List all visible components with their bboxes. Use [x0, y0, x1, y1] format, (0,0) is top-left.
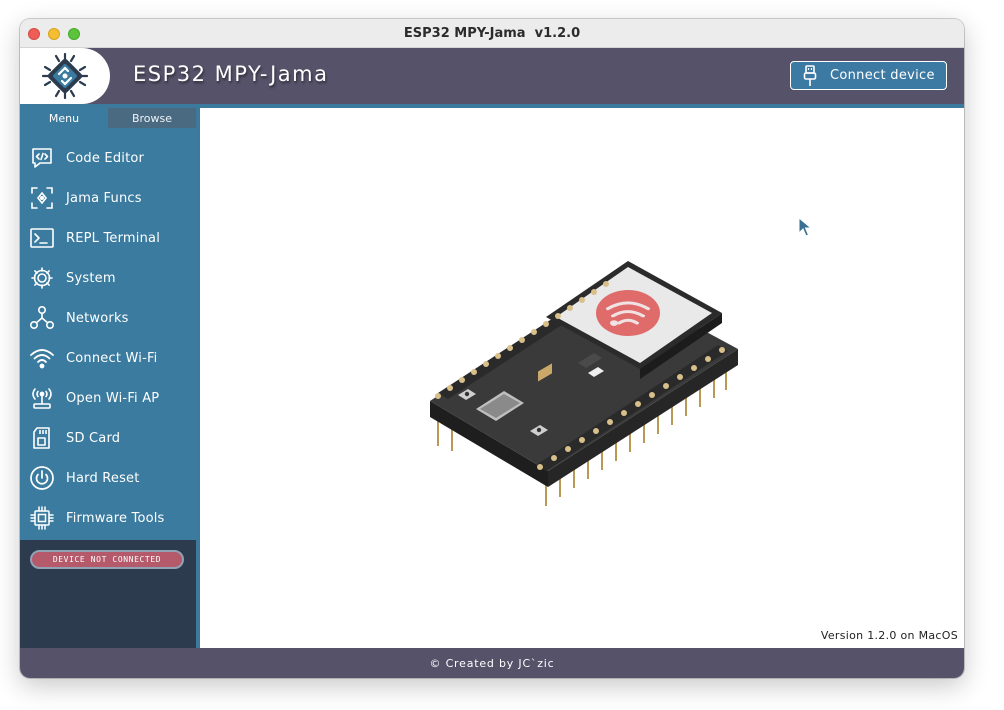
code-editor-icon	[28, 144, 56, 172]
terminal-icon	[28, 224, 56, 252]
esp32-board-illustration	[430, 261, 738, 506]
sidebar-item-label: Jama Funcs	[66, 190, 142, 206]
sidebar-item-repl-terminal[interactable]: REPL Terminal	[20, 218, 196, 258]
app-name: ESP32 MPY-Jama	[133, 62, 329, 86]
status-badge: DEVICE NOT CONNECTED	[30, 550, 184, 569]
sidebar-item-system[interactable]: System	[20, 258, 196, 298]
sidebar-item-connect-wifi[interactable]: Connect Wi-Fi	[20, 338, 196, 378]
sidebar-item-label: Firmware Tools	[66, 510, 165, 526]
espressif-logo-icon	[596, 289, 660, 337]
sidebar-item-label: Networks	[66, 310, 129, 326]
jama-funcs-icon	[28, 184, 56, 212]
sidebar-item-sd-card[interactable]: SD Card	[20, 418, 196, 458]
sidebar-item-code-editor[interactable]: Code Editor	[20, 138, 196, 178]
main-panel: Version 1.2.0 on MacOS	[200, 108, 964, 648]
connect-device-label: Connect device	[830, 68, 935, 83]
system-gear-icon	[28, 264, 56, 292]
sidebar: Menu Browse Code Editor Jama Funcs REPL …	[20, 108, 196, 648]
title-bar[interactable]: ESP32 MPY-Jama v1.2.0	[20, 19, 964, 48]
window-title: ESP32 MPY-Jama v1.2.0	[403, 25, 581, 41]
sidebar-item-firmware-tools[interactable]: Firmware Tools	[20, 498, 196, 538]
tab-menu[interactable]: Menu	[20, 108, 108, 128]
sidebar-item-label: System	[66, 270, 116, 286]
sidebar-tabs: Menu Browse	[20, 108, 196, 128]
chip-icon	[28, 504, 56, 532]
connect-device-button[interactable]: Connect device	[790, 61, 947, 90]
power-icon	[28, 464, 56, 492]
wifi-icon	[28, 344, 56, 372]
sidebar-item-label: Open Wi-Fi AP	[66, 390, 160, 406]
sidebar-item-label: Code Editor	[66, 150, 145, 166]
wifi-ap-icon	[28, 384, 56, 412]
sd-card-icon	[28, 424, 56, 452]
sidebar-item-label: Connect Wi-Fi	[66, 350, 158, 366]
logo	[20, 48, 110, 104]
zoom-window-button[interactable]	[68, 28, 80, 40]
footer-credit: © Created by JC`zic	[429, 656, 555, 670]
tab-browse[interactable]: Browse	[108, 108, 196, 128]
sidebar-item-jama-funcs[interactable]: Jama Funcs	[20, 178, 196, 218]
sidebar-item-label: Hard Reset	[66, 470, 140, 486]
sidebar-item-label: SD Card	[66, 430, 121, 446]
sidebar-item-open-wifi-ap[interactable]: Open Wi-Fi AP	[20, 378, 196, 418]
app-header: ESP32 MPY-Jama Connect device	[20, 48, 964, 104]
close-window-button[interactable]	[28, 28, 40, 40]
minimize-window-button[interactable]	[48, 28, 60, 40]
footer: © Created by JC`zic	[20, 648, 964, 678]
chip-logo-icon	[41, 52, 89, 100]
version-text: Version 1.2.0 on MacOS	[820, 629, 958, 642]
sidebar-menu: Code Editor Jama Funcs REPL Terminal Sys…	[20, 128, 196, 540]
sidebar-item-networks[interactable]: Networks	[20, 298, 196, 338]
sidebar-item-hard-reset[interactable]: Hard Reset	[20, 458, 196, 498]
sidebar-item-label: REPL Terminal	[66, 230, 160, 246]
usb-plug-icon	[799, 64, 821, 87]
app-window: ESP32 MPY-Jama v1.2.0 ESP32 MPY-Jama Con…	[20, 19, 964, 678]
mouse-cursor-icon	[798, 217, 812, 237]
networks-icon	[28, 304, 56, 332]
